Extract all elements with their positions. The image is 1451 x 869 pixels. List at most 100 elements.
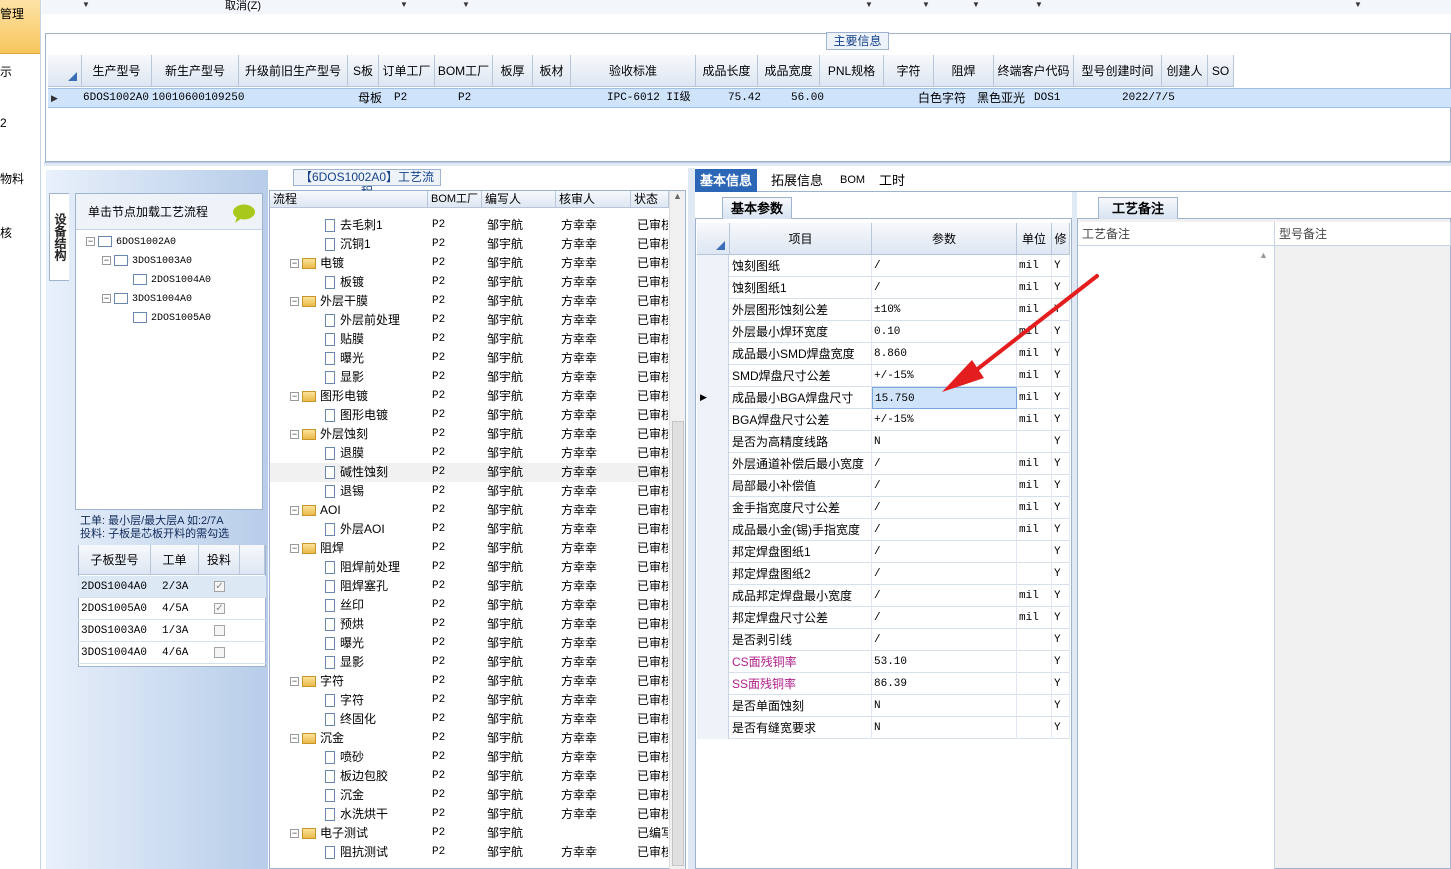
horizontal-splitter[interactable] (44, 162, 1451, 166)
collapse-icon[interactable]: − (290, 392, 299, 402)
process-row[interactable]: 沉铜1 P2 邹宇航 方幸幸 已审核 (270, 235, 668, 254)
param-value-cell[interactable]: / (872, 607, 1017, 629)
process-row[interactable]: 贴膜 P2 邹宇航 方幸幸 已审核 (270, 330, 668, 349)
param-row[interactable]: 邦定焊盘尺寸公差 / mil Y (697, 607, 1070, 629)
param-row[interactable]: 是否单面蚀刻 N Y (697, 695, 1070, 717)
rail-active-item[interactable]: 管理 (0, 0, 40, 54)
tab-extended-info[interactable]: 拓展信息 (766, 169, 828, 192)
process-row[interactable]: 沉金 P2 邹宇航 方幸幸 已审核 (270, 786, 668, 805)
collapse-icon[interactable]: − (290, 297, 299, 307)
process-row[interactable]: − 电子测试 P2 邹宇航 已编写 (270, 824, 668, 843)
collapse-icon[interactable]: − (290, 506, 299, 516)
tab-bom[interactable]: BOM (835, 169, 870, 192)
process-row[interactable]: 曝光 P2 邹宇航 方幸幸 已审核 (270, 634, 668, 653)
main-column-header[interactable]: 终端客户代码 (994, 55, 1074, 87)
collapse-icon[interactable]: − (102, 255, 111, 265)
param-value-cell[interactable]: / (872, 541, 1017, 563)
param-row[interactable]: 是否为高精度线路 N Y (697, 431, 1070, 453)
sub-board-row[interactable]: 3DOS1004A0 4/6A (78, 642, 266, 664)
collapse-icon[interactable]: − (290, 677, 299, 687)
sub-board-row[interactable]: 3DOS1003A0 1/3A (78, 620, 266, 642)
param-value-cell[interactable]: / (872, 585, 1017, 607)
rail-item-label[interactable]: 核 (0, 224, 12, 241)
tree-node[interactable]: 2DOS1005A0 (118, 311, 211, 324)
collapse-icon[interactable]: − (290, 430, 299, 440)
process-row[interactable]: − AOI P2 邹宇航 方幸幸 已审核 (270, 501, 668, 520)
param-value-cell[interactable]: N (872, 431, 1017, 453)
main-column-header[interactable]: S板 (348, 55, 379, 87)
process-row[interactable]: 退膜 P2 邹宇航 方幸幸 已审核 (270, 444, 668, 463)
chevron-down-icon[interactable]: ▼ (1035, 0, 1043, 9)
process-row[interactable]: − 字符 P2 邹宇航 方幸幸 已审核 (270, 672, 668, 691)
chevron-down-icon[interactable]: ▼ (462, 0, 470, 9)
process-row[interactable]: 丝印 P2 邹宇航 方幸幸 已审核 (270, 596, 668, 615)
main-column-header[interactable]: 新生产型号 (152, 55, 239, 87)
chevron-down-icon[interactable]: ▼ (400, 0, 408, 9)
rail-item-label[interactable]: 物料 (0, 170, 24, 187)
device-structure-tab[interactable]: 设备结构 (49, 193, 69, 281)
process-scrollbar[interactable]: ▲ (669, 191, 685, 869)
process-row[interactable]: 碱性蚀刻 P2 邹宇航 方幸幸 已审核 (270, 463, 668, 482)
param-row[interactable]: SS面残铜率 86.39 Y (697, 673, 1070, 695)
main-column-header[interactable]: PNL规格 (820, 55, 884, 87)
param-value-cell[interactable]: 86.39 (872, 673, 1017, 695)
process-row[interactable]: 喷砂 P2 邹宇航 方幸幸 已审核 (270, 748, 668, 767)
param-row[interactable]: 外层通道补偿后最小宽度 / mil Y (697, 453, 1070, 475)
feed-checkbox[interactable] (214, 625, 225, 636)
param-value-cell[interactable]: / (872, 497, 1017, 519)
param-row[interactable]: CS面残铜率 53.10 Y (697, 651, 1070, 673)
main-column-header[interactable]: 升级前旧生产型号 (239, 55, 348, 87)
process-row[interactable]: 板边包胶 P2 邹宇航 方幸幸 已审核 (270, 767, 668, 786)
main-column-header[interactable]: 订单工厂 (379, 55, 435, 87)
param-row[interactable]: 邦定焊盘图纸1/ Y (697, 541, 1070, 563)
rail-item-label[interactable]: 示 (0, 63, 12, 80)
process-row[interactable]: 显影 P2 邹宇航 方幸幸 已审核 (270, 653, 668, 672)
chevron-down-icon[interactable]: ▼ (922, 0, 930, 9)
main-column-header[interactable]: 板材 (533, 55, 571, 87)
feed-checkbox[interactable]: ✓ (214, 603, 225, 614)
tab-basic-info[interactable]: 基本信息 (695, 169, 758, 192)
chevron-down-icon[interactable]: ▼ (82, 0, 90, 9)
param-value-cell[interactable]: N (872, 717, 1017, 739)
chevron-down-icon[interactable]: ▼ (972, 0, 980, 9)
process-row[interactable]: 阻焊塞孔 P2 邹宇航 方幸幸 已审核 (270, 577, 668, 596)
main-column-header[interactable]: 成品宽度 (758, 55, 820, 87)
param-value-cell[interactable]: / (872, 563, 1017, 585)
main-info-row[interactable]: ▶ 6DOS1002A0 10010600109250 母板 P2 P2 IPC… (48, 88, 1451, 108)
collapse-icon[interactable]: − (86, 236, 95, 246)
collapse-icon[interactable]: − (290, 544, 299, 554)
tab-basic-params[interactable]: 基本参数 (722, 197, 792, 219)
model-notes-column[interactable]: 型号备注 (1275, 222, 1451, 246)
scrollbar-thumb[interactable] (672, 421, 684, 866)
vertical-splitter[interactable] (688, 168, 695, 869)
param-value-cell[interactable]: 53.10 (872, 651, 1017, 673)
param-value-cell[interactable]: / (872, 519, 1017, 541)
chat-bubble-icon[interactable] (232, 204, 256, 224)
collapse-icon[interactable]: − (290, 259, 299, 269)
param-row[interactable]: 成品邦定焊盘最小宽度 / mil Y (697, 585, 1070, 607)
feed-checkbox[interactable]: ✓ (214, 581, 225, 592)
main-column-header[interactable]: SO (1208, 55, 1234, 87)
param-row[interactable]: 是否剥引线 / Y (697, 629, 1070, 651)
process-row[interactable]: 阻抗测试 P2 邹宇航 方幸幸 已审核 (270, 843, 668, 862)
process-row[interactable]: − 阻焊 P2 邹宇航 方幸幸 已审核 (270, 539, 668, 558)
main-column-header[interactable]: 验收标准 (571, 55, 696, 87)
collapse-icon[interactable]: − (290, 734, 299, 744)
main-column-header[interactable]: 成品长度 (696, 55, 758, 87)
main-column-header[interactable]: 阻焊 (934, 55, 994, 87)
process-row[interactable]: 退锡 P2 邹宇航 方幸幸 已审核 (270, 482, 668, 501)
tree-node[interactable]: − 3DOS1003A0 (102, 254, 192, 267)
rail-item-label[interactable]: 2 (0, 116, 7, 130)
param-value-cell[interactable]: / (872, 629, 1017, 651)
param-value-cell[interactable]: +/-15% (872, 409, 1017, 431)
chevron-down-icon[interactable]: ▼ (1354, 0, 1362, 9)
process-row[interactable]: 终固化 P2 邹宇航 方幸幸 已审核 (270, 710, 668, 729)
cancel-button[interactable]: 取消(Z) (225, 0, 261, 13)
process-row[interactable]: 预烘 P2 邹宇航 方幸幸 已审核 (270, 615, 668, 634)
tab-process-notes[interactable]: 工艺备注 (1098, 197, 1178, 219)
param-value-cell[interactable]: N (872, 695, 1017, 717)
main-column-header[interactable]: BOM工厂 (435, 55, 493, 87)
param-row[interactable]: 邦定焊盘图纸2/ Y (697, 563, 1070, 585)
sub-board-row[interactable]: 2DOS1005A0 4/5A ✓ (78, 598, 266, 620)
scroll-up-icon[interactable]: ▲ (1259, 250, 1268, 260)
